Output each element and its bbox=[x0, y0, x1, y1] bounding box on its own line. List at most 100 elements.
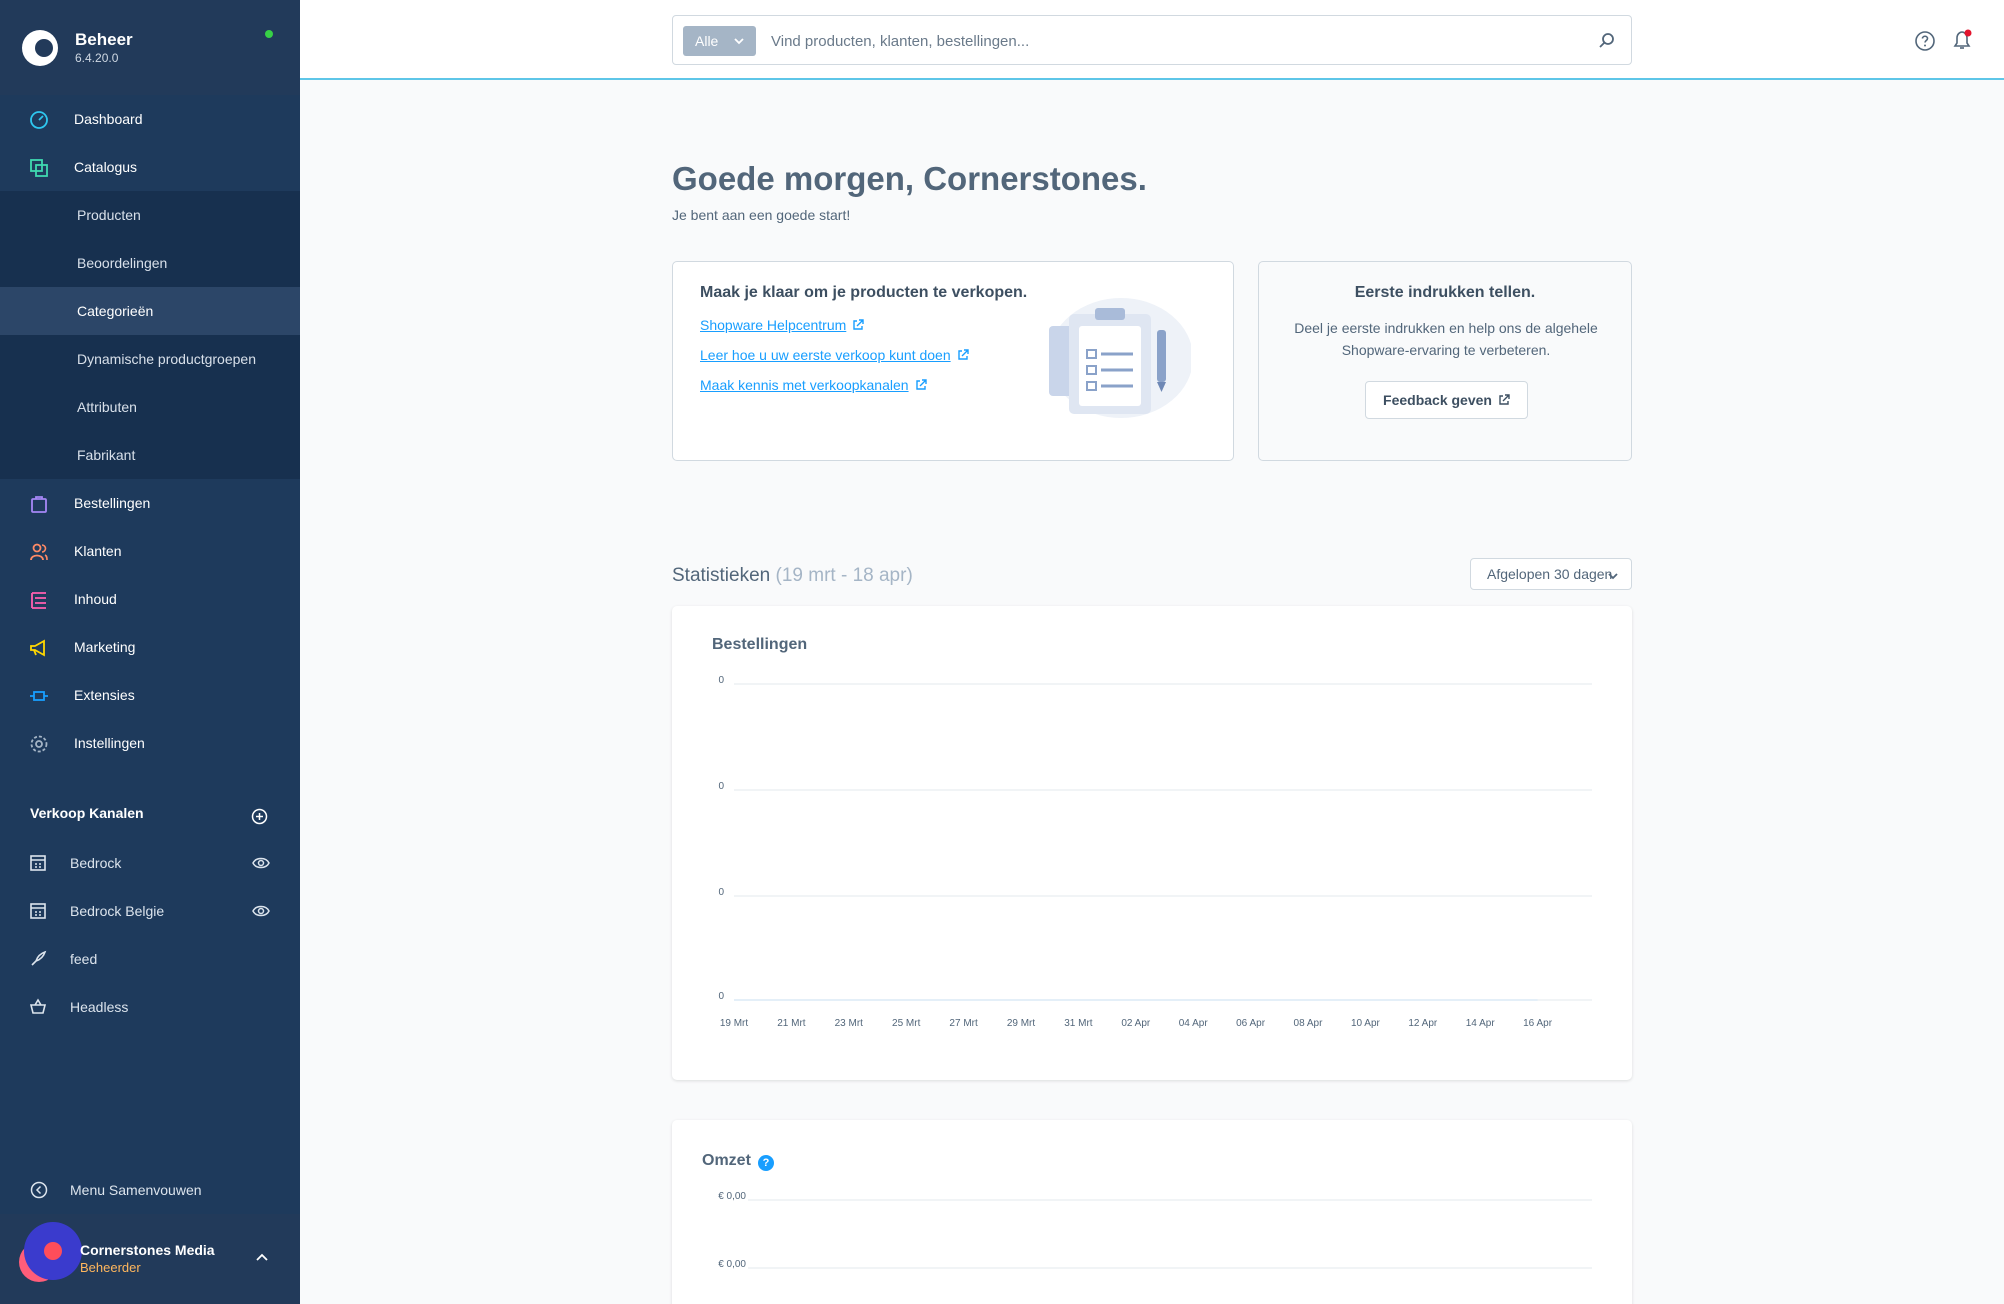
sidebar-item-catalogus[interactable]: Catalogus bbox=[0, 143, 300, 191]
sidebar-item-label: Instellingen bbox=[74, 735, 145, 751]
brand-header[interactable]: Beheer 6.4.20.0 bbox=[0, 0, 300, 95]
sidebar-item-fabrikant[interactable]: Fabrikant bbox=[0, 431, 300, 479]
sidebar-item-label: Catalogus bbox=[74, 159, 138, 175]
statistics-range: (19 mrt - 18 apr) bbox=[775, 565, 913, 586]
revenue-chart: € 0,00 € 0,00 bbox=[718, 1191, 1592, 1270]
collapse-menu-label: Menu Samenvouwen bbox=[70, 1182, 202, 1198]
help-icon[interactable] bbox=[1914, 30, 1936, 52]
sidebar-item-instellingen[interactable]: Instellingen bbox=[0, 719, 300, 767]
link-label: Shopware Helpcentrum bbox=[700, 317, 847, 333]
avatar[interactable] bbox=[24, 1222, 82, 1280]
user-name: Cornerstones Media bbox=[80, 1242, 215, 1258]
eye-icon[interactable] bbox=[252, 903, 270, 919]
sales-channels-link[interactable]: Maak kennis met verkoopkanalen bbox=[700, 377, 927, 393]
sidebar-item-label: Dynamische productgroepen bbox=[77, 351, 256, 367]
y-tick-label: 0 bbox=[718, 675, 724, 686]
card-title: Eerste indrukken tellen. bbox=[1354, 284, 1536, 301]
gear-icon bbox=[30, 735, 48, 753]
link-label: Maak kennis met verkoopkanalen bbox=[700, 377, 909, 393]
clipboard-illustration-icon bbox=[1049, 298, 1191, 418]
external-link-icon bbox=[957, 349, 969, 360]
users-icon bbox=[30, 543, 48, 561]
helpcenter-link[interactable]: Shopware Helpcentrum bbox=[700, 317, 864, 333]
x-tick-label: 04 Apr bbox=[1179, 1018, 1209, 1029]
chevron-down-icon bbox=[1608, 573, 1618, 580]
sales-channel-item[interactable]: Bedrock Belgie bbox=[0, 887, 300, 935]
brand-version: 6.4.20.0 bbox=[75, 50, 119, 65]
add-sales-channel-icon[interactable] bbox=[251, 808, 268, 825]
x-tick-label: 27 Mrt bbox=[949, 1018, 978, 1029]
page-title: Goede morgen, Cornerstones. bbox=[672, 160, 1147, 197]
catalog-icon bbox=[30, 159, 48, 177]
x-tick-label: 10 Apr bbox=[1351, 1018, 1381, 1029]
x-tick-label: 31 Mrt bbox=[1064, 1018, 1093, 1029]
catalogus-submenu: Producten Beoordelingen Categorieën Dyna… bbox=[0, 191, 300, 479]
link-label: Leer hoe u uw eerste verkoop kunt doen bbox=[700, 347, 951, 363]
x-tick-label: 29 Mrt bbox=[1007, 1018, 1036, 1029]
statistics-heading: Statistieken (19 mrt - 18 apr) bbox=[672, 565, 913, 587]
x-tick-label: 14 Apr bbox=[1466, 1018, 1496, 1029]
sidebar-item-label: Klanten bbox=[74, 543, 122, 559]
sidebar-item-label: Categorieën bbox=[77, 303, 154, 319]
sidebar-item-bestellingen[interactable]: Bestellingen bbox=[0, 479, 300, 527]
y-tick-label: € 0,00 bbox=[718, 1191, 746, 1202]
megaphone-icon bbox=[30, 639, 45, 657]
y-tick-label: 0 bbox=[718, 781, 724, 792]
period-select-value: Afgelopen 30 dagen bbox=[1487, 566, 1613, 582]
period-select[interactable]: Afgelopen 30 dagen bbox=[1470, 558, 1632, 590]
card-title: Maak je klaar om je producten te verkope… bbox=[700, 284, 1028, 301]
orders-chart: 0 0 0 0 19 Mrt 21 Mrt 23 Mrt 25 Mrt 27 Mrt 29 Mrt… bbox=[718, 675, 1592, 1029]
user-role: Beheerder bbox=[80, 1260, 141, 1275]
plug-icon bbox=[30, 691, 48, 701]
search-icon[interactable] bbox=[1597, 31, 1617, 51]
sidebar-item-dynamische-productgroepen[interactable]: Dynamische productgroepen bbox=[0, 335, 300, 383]
bell-icon[interactable] bbox=[1950, 28, 1974, 52]
x-tick-label: 08 Apr bbox=[1294, 1018, 1324, 1029]
sidebar-item-marketing[interactable]: Marketing bbox=[0, 623, 300, 671]
statistics-title: Statistieken bbox=[672, 565, 771, 586]
y-tick-label: 0 bbox=[718, 991, 724, 1002]
revenue-chart-card: Omzet ? € 0,00 € 0,00 bbox=[672, 1120, 1632, 1304]
x-tick-label: 06 Apr bbox=[1236, 1018, 1266, 1029]
button-label: Feedback geven bbox=[1383, 392, 1492, 408]
chevron-up-icon[interactable] bbox=[255, 1250, 269, 1264]
gauge-icon bbox=[30, 111, 48, 129]
external-link-icon bbox=[1499, 394, 1510, 405]
brand-name: Beheer bbox=[75, 30, 133, 50]
sidebar-item-klanten[interactable]: Klanten bbox=[0, 527, 300, 575]
basket-icon bbox=[29, 998, 47, 1014]
sidebar-item-producten[interactable]: Producten bbox=[0, 191, 300, 239]
sidebar-item-label: Inhoud bbox=[74, 591, 117, 607]
sidebar-item-label: Attributen bbox=[77, 399, 137, 415]
x-tick-label: 25 Mrt bbox=[892, 1018, 921, 1029]
sales-channel-label: feed bbox=[70, 951, 98, 967]
sidebar-item-label: Dashboard bbox=[74, 111, 143, 127]
sales-channel-item[interactable]: feed bbox=[0, 935, 300, 983]
chevron-down-icon bbox=[734, 38, 744, 45]
sales-channel-item[interactable]: Headless bbox=[0, 983, 300, 1031]
sidebar-item-extensies[interactable]: Extensies bbox=[0, 671, 300, 719]
sales-channel-item[interactable]: Bedrock bbox=[0, 839, 300, 887]
sales-channel-label: Bedrock bbox=[70, 855, 122, 871]
search-filter-dropdown[interactable]: Alle bbox=[683, 26, 756, 56]
search-input[interactable] bbox=[771, 29, 1571, 53]
sidebar-item-dashboard[interactable]: Dashboard bbox=[0, 95, 300, 143]
sidebar-item-label: Fabrikant bbox=[77, 447, 136, 463]
app-root: Beheer 6.4.20.0 Dashboard Catalogus Prod… bbox=[0, 0, 2004, 1304]
y-tick-label: € 0,00 bbox=[718, 1259, 746, 1270]
collapse-menu-button[interactable]: Menu Samenvouwen bbox=[0, 1166, 300, 1214]
status-dot-icon bbox=[265, 30, 273, 38]
sidebar-item-inhoud[interactable]: Inhoud bbox=[0, 575, 300, 623]
eye-icon[interactable] bbox=[252, 855, 270, 871]
first-sale-link[interactable]: Leer hoe u uw eerste verkoop kunt doen bbox=[700, 347, 969, 363]
sidebar-item-attributen[interactable]: Attributen bbox=[0, 383, 300, 431]
feedback-button[interactable]: Feedback geven bbox=[1365, 381, 1528, 419]
page-subtitle: Je bent aan een goede start! bbox=[672, 207, 851, 223]
search-filter-label: Alle bbox=[695, 33, 719, 49]
sidebar-item-beoordelingen[interactable]: Beoordelingen bbox=[0, 239, 300, 287]
sidebar-item-categorieen[interactable]: Categorieën bbox=[0, 287, 300, 335]
sales-channel-label: Bedrock Belgie bbox=[70, 903, 165, 919]
external-link-icon bbox=[853, 319, 864, 330]
x-tick-label: 02 Apr bbox=[1121, 1018, 1151, 1029]
topbar: Alle bbox=[300, 0, 2004, 80]
